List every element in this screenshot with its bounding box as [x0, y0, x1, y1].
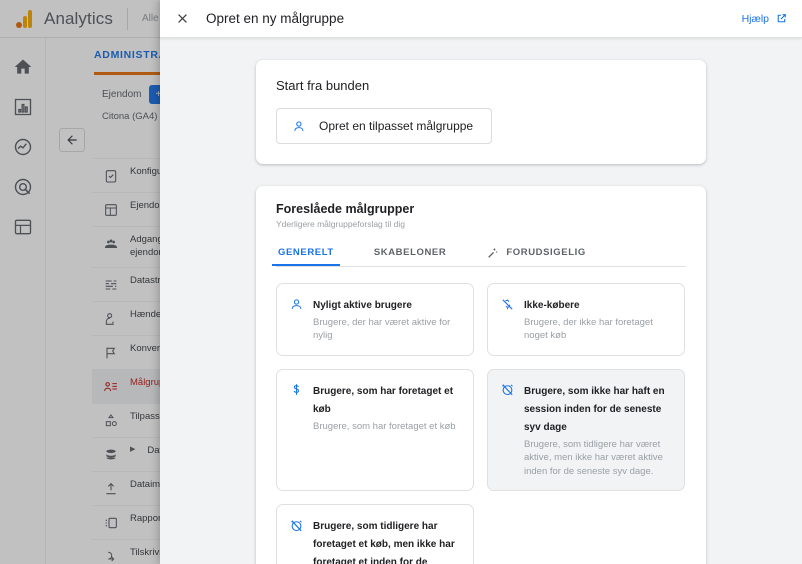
suggestion-card-tidligere-kob-ingen-nylig[interactable]: Brugere, som tidligere har foretaget et …	[276, 504, 474, 564]
create-custom-audience-button[interactable]: Opret en tilpasset målgruppe	[276, 108, 493, 144]
modal-title: Opret en ny målgruppe	[206, 11, 345, 26]
suggestion-title: Nyligt aktive brugere	[313, 300, 412, 311]
create-custom-audience-label: Opret en tilpasset målgruppe	[319, 119, 474, 133]
modal-help-link[interactable]: Hjælp	[742, 12, 788, 26]
suggested-title: Foreslåede målgrupper	[276, 202, 415, 216]
person-add-icon	[291, 118, 307, 134]
suggestion-grid: Nyligt aktive brugere Brugere, der har v…	[276, 283, 686, 564]
alarm-off-icon	[499, 382, 515, 398]
modal-header: Opret en ny målgruppe Hjælp	[160, 0, 802, 38]
suggestion-title: Brugere, som har foretaget et køb	[313, 385, 454, 415]
suggestion-desc: Brugere, som tidligere har været aktive,…	[524, 438, 663, 477]
suggestion-desc: Brugere, der har været aktive for nylig	[313, 317, 451, 342]
create-audience-modal: Opret en ny målgruppe Hjælp Start fra bu…	[160, 0, 802, 564]
tab-skabeloner[interactable]: SKABELONER	[372, 241, 449, 265]
tab-skabeloner-label: SKABELONER	[373, 247, 447, 258]
screen-root: Analytics Alle konti > C ADMINISTRA	[0, 0, 802, 564]
suggested-audiences-card: Foreslåede målgrupper Yderligere målgrup…	[256, 186, 706, 564]
close-icon[interactable]	[166, 11, 198, 26]
external-link-icon	[774, 12, 788, 26]
tab-forudsigelig[interactable]: FORUDSIGELIG	[484, 240, 588, 266]
tab-generelt-label: GENERELT	[278, 247, 334, 258]
magic-wand-icon	[486, 246, 499, 259]
suggestion-desc: Brugere, som har foretaget et køb	[313, 420, 456, 432]
suggestion-card-ikke-kobere[interactable]: Ikke-købere Brugere, der ikke har foreta…	[487, 283, 685, 356]
suggestion-tabs: GENERELT SKABELONER FORUDSIGELIG	[272, 240, 686, 267]
suggestion-card-nyligt-aktive-brugere[interactable]: Nyligt aktive brugere Brugere, der har v…	[276, 283, 474, 356]
suggestion-title: Brugere, som tidligere har foretaget et …	[313, 521, 455, 564]
start-from-scratch-card: Start fra bunden Opret en tilpasset målg…	[256, 60, 706, 164]
suggested-subtitle: Yderligere målgruppeforslag til dig	[276, 219, 405, 229]
suggestion-card-ingen-session-syv-dage[interactable]: Brugere, som ikke har haft en session in…	[487, 368, 685, 492]
suggestion-desc: Brugere, der ikke har foretaget noget kø…	[524, 317, 653, 342]
money-off-icon	[499, 296, 515, 312]
person-icon	[288, 296, 304, 312]
scratch-heading: Start fra bunden	[276, 78, 370, 93]
help-label: Hjælp	[741, 12, 769, 25]
suggestion-title: Brugere, som ikke har haft en session in…	[524, 385, 665, 433]
tab-forudsigelig-label: FORUDSIGELIG	[506, 247, 586, 258]
suggestion-title: Ikke-købere	[524, 300, 580, 311]
alarm-off-icon	[288, 517, 304, 533]
dollar-icon	[288, 382, 304, 398]
suggestion-card-brugere-med-kob[interactable]: Brugere, som har foretaget et køb Bruger…	[276, 368, 474, 492]
tab-generelt[interactable]: GENERELT	[272, 241, 340, 266]
modal-body: Start fra bunden Opret en tilpasset målg…	[160, 38, 802, 564]
